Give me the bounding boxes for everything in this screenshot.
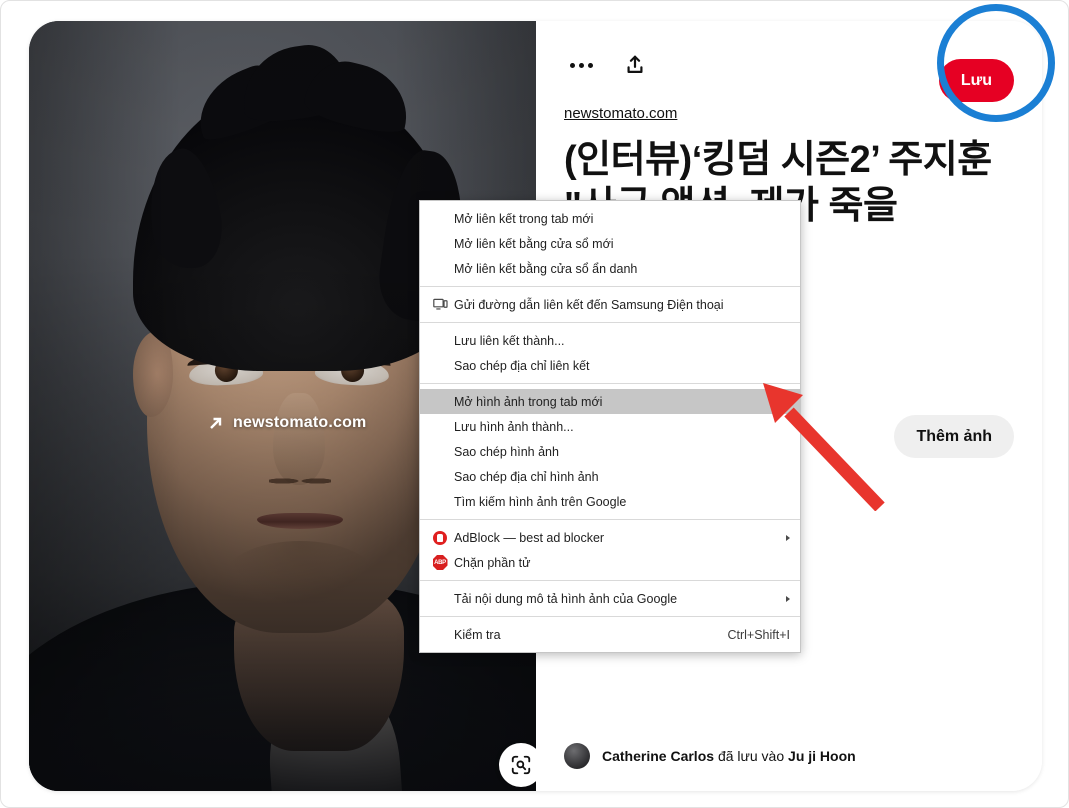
- screenshot-root: newstomato.com Lưu newstomato.com (인터뷰)‘…: [0, 0, 1069, 808]
- menu-item[interactable]: Sao chép địa chỉ hình ảnh: [420, 464, 800, 489]
- menu-item[interactable]: Mở liên kết bằng cửa sổ ẩn danh: [420, 256, 800, 281]
- menu-separator: [420, 322, 800, 323]
- menu-item[interactable]: Tải nội dung mô tả hình ảnh của Google: [420, 586, 800, 611]
- menu-item[interactable]: AdBlock — best ad blocker: [420, 525, 800, 550]
- menu-separator: [420, 519, 800, 520]
- pin-saver-attribution: Catherine Carlos đã lưu vào Ju ji Hoon: [564, 743, 856, 769]
- ellipsis-icon[interactable]: [564, 48, 598, 82]
- menu-item[interactable]: Gửi đường dẫn liên kết đến Samsung Điện …: [420, 292, 800, 317]
- menu-item-label: Mở liên kết bằng cửa sổ mới: [454, 236, 614, 251]
- menu-item[interactable]: Mở hình ảnh trong tab mới: [420, 389, 800, 414]
- menu-item-label: Lưu hình ảnh thành...: [454, 419, 574, 434]
- saver-text: Catherine Carlos đã lưu vào Ju ji Hoon: [602, 748, 856, 764]
- menu-item-label: Sao chép địa chỉ liên kết: [454, 358, 590, 373]
- menu-item[interactable]: Mở liên kết bằng cửa sổ mới: [420, 231, 800, 256]
- adblock-icon: [430, 529, 450, 547]
- menu-item-label: Chặn phần tử: [454, 555, 531, 570]
- share-upload-icon[interactable]: [618, 48, 652, 82]
- saver-action: đã lưu vào: [717, 748, 785, 764]
- saver-name[interactable]: Catherine Carlos: [602, 748, 714, 764]
- add-photo-button[interactable]: Thêm ảnh: [894, 415, 1014, 458]
- menu-item-label: Sao chép địa chỉ hình ảnh: [454, 469, 599, 484]
- menu-item-label: AdBlock — best ad blocker: [454, 530, 605, 545]
- menu-separator: [420, 580, 800, 581]
- menu-item-label: Tải nội dung mô tả hình ảnh của Google: [454, 591, 678, 606]
- watermark-label: newstomato.com: [233, 414, 367, 431]
- save-button[interactable]: Lưu: [938, 59, 1014, 102]
- menu-item-label: Mở hình ảnh trong tab mới: [454, 394, 603, 409]
- avatar[interactable]: [564, 743, 590, 769]
- arrow-up-right-icon: [207, 415, 224, 432]
- menu-item[interactable]: Kiểm tra Ctrl+Shift+I: [420, 622, 800, 647]
- menu-item[interactable]: Lưu liên kết thành...: [420, 328, 800, 353]
- menu-item-label: Mở liên kết bằng cửa sổ ẩn danh: [454, 261, 638, 276]
- menu-item[interactable]: Sao chép địa chỉ liên kết: [420, 353, 800, 378]
- pin-source-link[interactable]: newstomato.com: [564, 105, 677, 122]
- menu-separator: [420, 616, 800, 617]
- adblock-plus-icon: ABP: [430, 554, 450, 572]
- chevron-right-icon: [786, 534, 790, 541]
- menu-separator: [420, 286, 800, 287]
- menu-item-label: Tìm kiếm hình ảnh trên Google: [454, 494, 627, 509]
- menu-item-label: Kiểm tra: [454, 627, 501, 642]
- menu-item-shortcut: Ctrl+Shift+I: [727, 627, 790, 642]
- chevron-right-icon: [786, 595, 790, 602]
- image-watermark: newstomato.com: [207, 414, 367, 432]
- menu-separator: [420, 383, 800, 384]
- saver-board[interactable]: Ju ji Hoon: [788, 748, 856, 764]
- menu-item-label: Lưu liên kết thành...: [454, 333, 565, 348]
- menu-item[interactable]: Mở liên kết trong tab mới: [420, 206, 800, 231]
- menu-item-label: Sao chép hình ảnh: [454, 444, 559, 459]
- browser-context-menu[interactable]: Mở liên kết trong tab mới Mở liên kết bằn…: [419, 200, 801, 653]
- device-monitor-icon: [430, 296, 450, 314]
- visual-search-lens-icon[interactable]: [499, 743, 536, 787]
- menu-item[interactable]: Lưu hình ảnh thành...: [420, 414, 800, 439]
- menu-item[interactable]: Sao chép hình ảnh: [420, 439, 800, 464]
- menu-item[interactable]: ABP Chặn phần tử: [420, 550, 800, 575]
- menu-item-label: Mở liên kết trong tab mới: [454, 211, 594, 226]
- menu-item-label: Gửi đường dẫn liên kết đến Samsung Điện …: [454, 297, 724, 312]
- ellipsis-glyph: [569, 62, 593, 68]
- menu-item[interactable]: Tìm kiếm hình ảnh trên Google: [420, 489, 800, 514]
